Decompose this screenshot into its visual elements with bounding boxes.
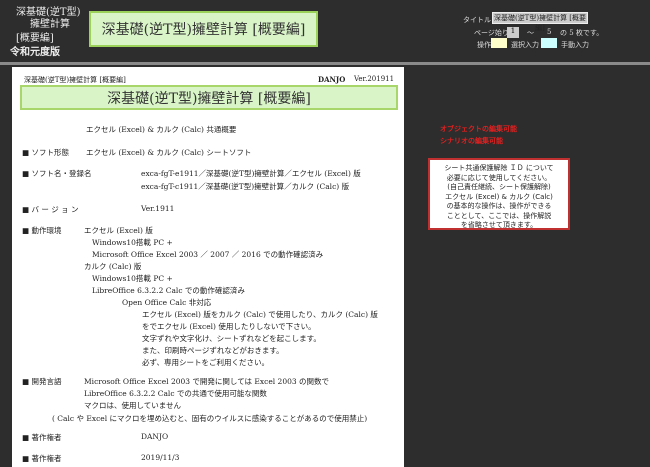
- page-header-left: 深基礎(逆T型)擁壁計算 [概要編]: [24, 76, 126, 84]
- note-line: の基本的な操作は、操作ができる: [446, 202, 552, 210]
- doc-line: Open Office Calc 非対応: [122, 298, 212, 307]
- doc-line: DANJO: [141, 432, 169, 441]
- document-page: 深基礎(逆T型)擁壁計算 [概要編] DANJO Ver.201911 深基礎(…: [12, 67, 404, 467]
- note-line: を省略させて頂きます。: [460, 221, 538, 229]
- side-version: 令和元度版: [10, 47, 60, 58]
- doc-line: ■ ソフト名・登録名: [22, 169, 92, 178]
- page-start-input[interactable]: 1: [507, 27, 519, 38]
- doc-line: ■ 開発言語: [22, 377, 62, 386]
- doc-line: 必ず、専用シートをご利用ください。: [142, 358, 269, 367]
- doc-line: ■ 著作権者: [22, 454, 62, 463]
- select-input-swatch: [491, 38, 507, 48]
- note-line: 必要に応じて使用してください。: [446, 173, 552, 182]
- note-line: エクセル (Excel) & カルク (Calc): [445, 192, 553, 201]
- page-start-label: ページ始り: [474, 29, 509, 37]
- side-edition: [概要編]: [16, 33, 54, 44]
- doc-line: ■ 著作権者: [22, 433, 62, 442]
- doc-line: exca-fgT-c1911／深基礎(逆T型)擁壁計算／カルク (Calc) 版: [141, 182, 350, 191]
- page-version: Ver.201911: [354, 75, 395, 83]
- tilde: ～: [527, 29, 534, 37]
- select-input-label: 選択入力: [511, 41, 539, 49]
- page-end: 5: [547, 28, 552, 36]
- note-line: シート共通保護解除 ＩＤ について: [444, 164, 554, 172]
- side-title-2: 擁壁計算: [30, 19, 70, 30]
- doc-line: ( Calc や Excel にマクロを埋め込むと、固有のウイルスに感染すること…: [52, 414, 368, 423]
- note-line: (自己責任継続、シート保護解除): [447, 183, 551, 191]
- doc-line: エクセル (Excel) & カルク (Calc) シートソフト: [86, 148, 252, 157]
- doc-line: エクセル (Excel) 版をカルク (Calc) で使用したり、カルク (Ca…: [142, 310, 378, 319]
- doc-line: Windows10搭載 PC +: [92, 274, 173, 283]
- doc-line: Microsoft Office Excel 2003 ／ 2007 ／ 201…: [92, 250, 324, 259]
- manual-input-label: 手動入力: [561, 41, 589, 49]
- doc-line: Windows10搭載 PC +: [92, 238, 173, 247]
- note-line: こととして、ここでは、操作解説: [446, 211, 552, 220]
- doc-line: 2019/11/3: [141, 453, 180, 462]
- doc-line: また、印刷時ページずれなどがおきます。: [142, 346, 284, 355]
- separator: [0, 62, 650, 65]
- common-summary: エクセル (Excel) & カルク (Calc) 共通概要: [86, 125, 237, 134]
- main-title: 深基礎(逆T型)擁壁計算 [概要編]: [89, 11, 318, 47]
- doc-line: exca-fgT-e1911／深基礎(逆T型)擁壁計算／エクセル (Excel)…: [141, 169, 361, 178]
- doc-line: 文字ずれや文字化け、シートずれなどを起こします。: [142, 334, 321, 343]
- doc-line: をでエクセル (Excel) 使用したりしないで下さい。: [142, 322, 316, 331]
- doc-line: カルク (Calc) 版: [84, 262, 142, 271]
- title-label: タイトル: [463, 16, 491, 24]
- doc-line: ■ バ ー ジ ョ ン: [22, 205, 79, 214]
- notice-red-2: シナリオの編集可能: [440, 136, 503, 145]
- op-label: 操作: [477, 41, 491, 49]
- doc-line: ■ ソフト形態: [22, 148, 69, 157]
- manual-input-swatch: [541, 38, 557, 48]
- protection-note: シート共通保護解除 ＩＤ について 必要に応じて使用してください。 (自己責任継…: [428, 158, 570, 230]
- doc-line: LibreOffice 6.3.2.2 Calc での動作確認済み: [92, 286, 245, 295]
- doc-line: ■ 動作環境: [22, 226, 62, 235]
- doc-line: Microsoft Office Excel 2003 で開発に関しては Exc…: [84, 377, 330, 386]
- title-input[interactable]: 深基礎(逆T型)擁壁計算 [概要編]: [492, 12, 588, 32]
- page-title: 深基礎(逆T型)擁壁計算 [概要編]: [20, 85, 398, 110]
- doc-line: エクセル (Excel) 版: [84, 226, 153, 235]
- page-suffix: の 5 枚です。: [560, 29, 604, 37]
- notice-red-1: オブジェクトの編集可能: [440, 124, 517, 133]
- doc-line: LibreOffice 6.3.2.2 Calc での共通で使用可能な関数: [84, 389, 267, 398]
- doc-line: マクロは、使用していません: [84, 401, 182, 410]
- doc-line: Ver.1911: [141, 204, 175, 213]
- page-author: DANJO: [318, 75, 346, 84]
